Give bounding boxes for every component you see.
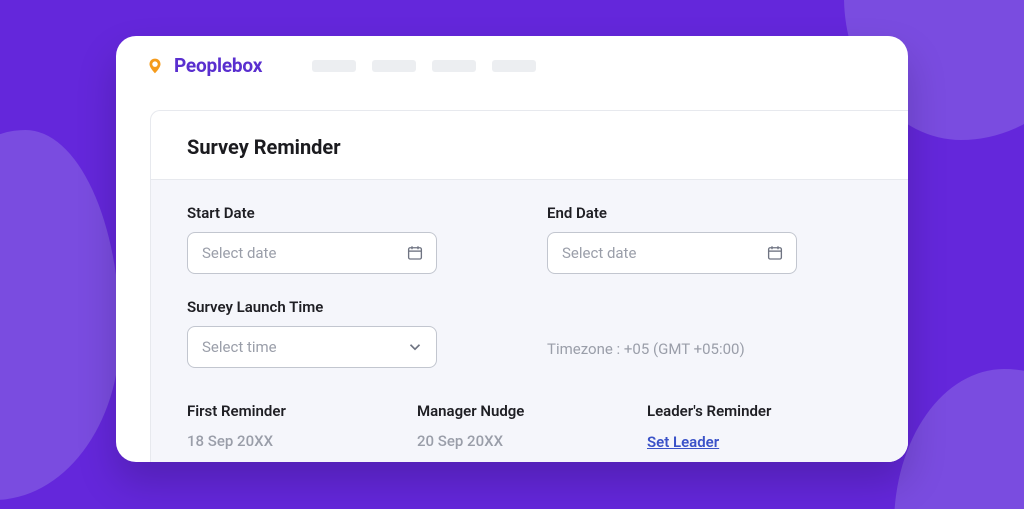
nav-placeholders — [312, 60, 536, 72]
first-reminder-label: First Reminder — [187, 402, 417, 420]
launch-time-label: Survey Launch Time — [187, 298, 437, 316]
end-date-label: End Date — [547, 204, 797, 222]
brand-name: Peoplebox — [174, 54, 262, 77]
topbar: Peoplebox — [116, 36, 908, 91]
first-reminder-value: 18 Sep 20XX — [187, 432, 417, 450]
app-card: Peoplebox Survey Reminder Start Date Sel… — [116, 36, 908, 462]
panel-header: Survey Reminder — [151, 111, 908, 179]
end-date-input[interactable]: Select date — [547, 232, 797, 274]
set-leader-link[interactable]: Set Leader — [647, 433, 719, 451]
manager-nudge-label: Manager Nudge — [417, 402, 647, 420]
chevron-down-icon — [406, 338, 424, 356]
bg-blob — [0, 130, 120, 500]
start-date-input[interactable]: Select date — [187, 232, 437, 274]
manager-nudge-value: 20 Sep 20XX — [417, 432, 647, 450]
calendar-icon — [766, 244, 784, 262]
timezone-text: Timezone : +05 (GMT +05:00) — [547, 340, 745, 368]
end-date-placeholder: Select date — [562, 244, 636, 262]
start-date-placeholder: Select date — [202, 244, 276, 262]
nav-placeholder — [492, 60, 536, 72]
panel-body: Start Date Select date — [151, 179, 908, 462]
calendar-icon — [406, 244, 424, 262]
launch-time-placeholder: Select time — [202, 338, 277, 356]
panel-title: Survey Reminder — [187, 135, 872, 159]
panel: Survey Reminder Start Date Select date — [150, 110, 908, 462]
leader-reminder-label: Leader's Reminder — [647, 402, 877, 420]
nav-placeholder — [372, 60, 416, 72]
launch-time-select[interactable]: Select time — [187, 326, 437, 368]
brand[interactable]: Peoplebox — [144, 54, 262, 77]
brand-logo-icon — [144, 55, 166, 77]
start-date-label: Start Date — [187, 204, 437, 222]
nav-placeholder — [432, 60, 476, 72]
bg-blob — [894, 369, 1024, 509]
nav-placeholder — [312, 60, 356, 72]
